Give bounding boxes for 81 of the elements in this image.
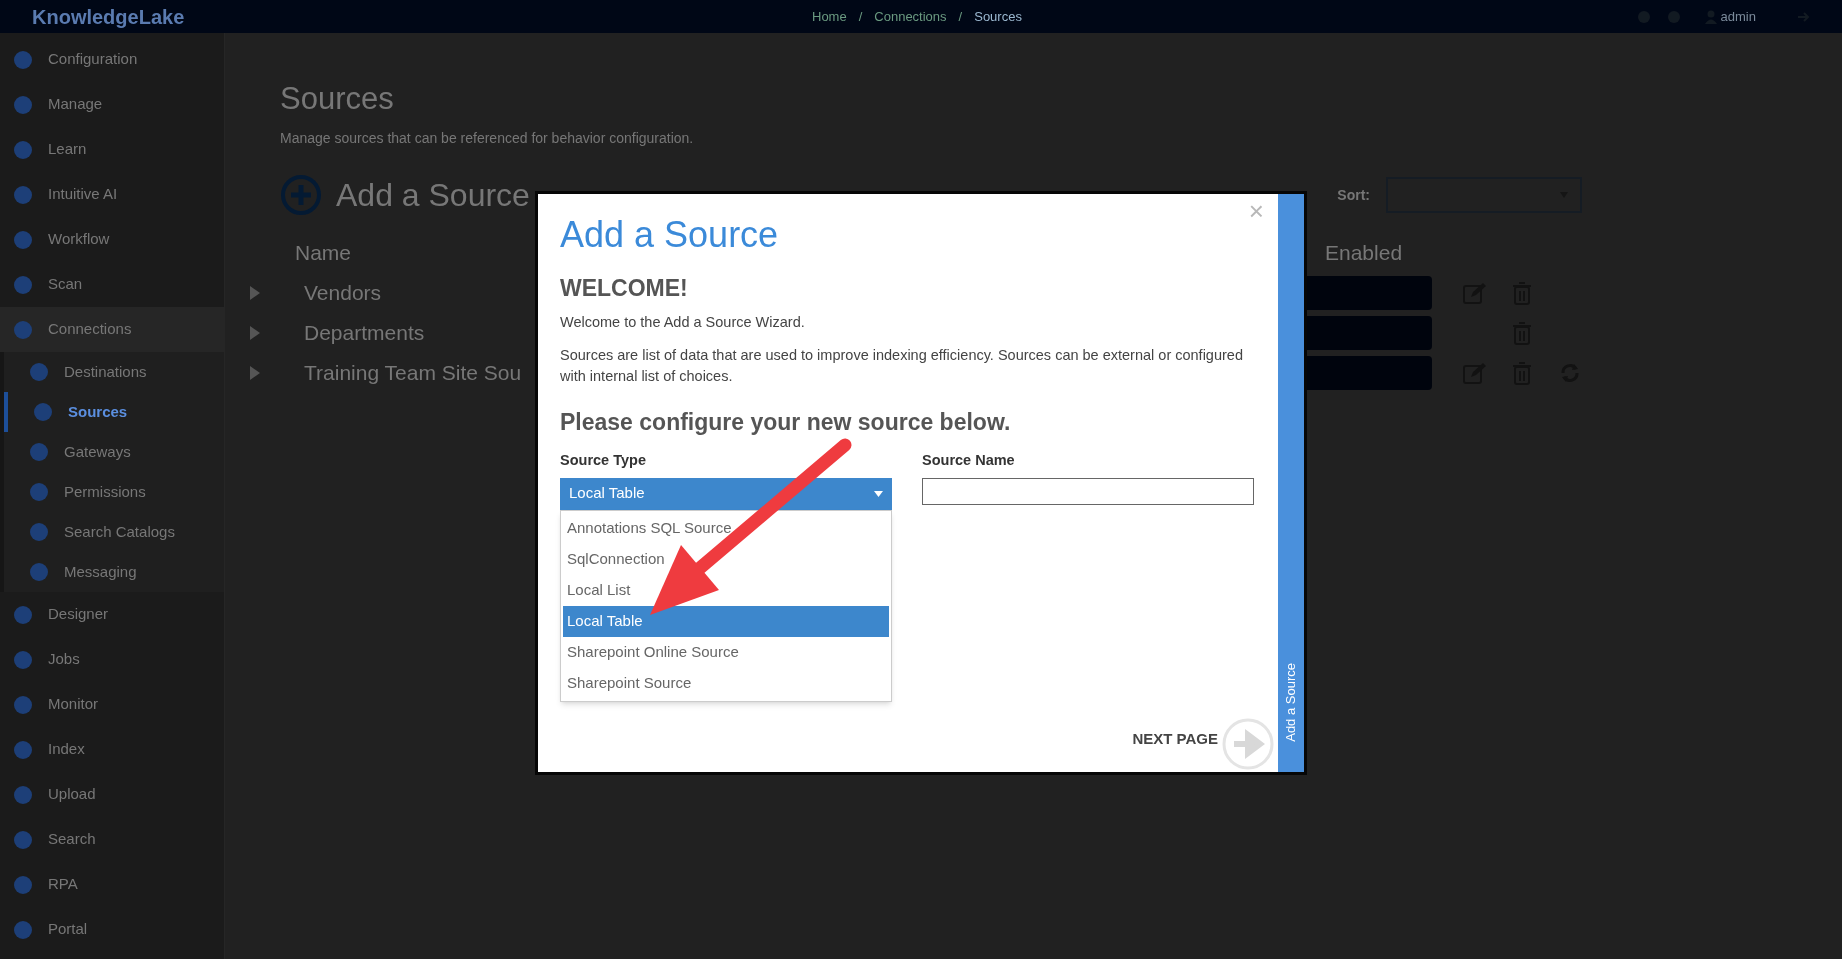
side-tab[interactable]: Add a Source: [1278, 194, 1304, 772]
dropdown-option[interactable]: Local List: [563, 574, 889, 606]
circle-icon: [12, 648, 34, 671]
dropdown-option[interactable]: SqlConnection: [563, 543, 889, 575]
caret-icon: [874, 490, 883, 497]
circle-icon: [12, 138, 34, 161]
sidebar-item[interactable]: Index: [0, 727, 224, 772]
circle-icon: [12, 693, 34, 716]
circle-icon: [32, 401, 54, 423]
sidebar-item[interactable]: Permissions: [4, 472, 224, 512]
circle-icon: [28, 561, 50, 583]
breadcrumb-separator: /: [858, 7, 863, 26]
sidebar-item[interactable]: Intuitive AI: [0, 172, 224, 217]
user-name[interactable]: admin: [1720, 6, 1756, 27]
circle-icon: [12, 828, 34, 851]
dropdown-option[interactable]: Sharepoint Source: [563, 667, 889, 699]
table-cell-text: Departments: [304, 319, 425, 346]
circle-icon: [12, 918, 34, 941]
breadcrumb-link[interactable]: Connections: [874, 6, 947, 27]
sidebar-item[interactable]: Search Catalogs: [4, 512, 224, 552]
page-subtitle: Manage sources that can be referenced for behavior configuration.: [280, 129, 695, 148]
circle-icon: [28, 521, 50, 543]
circle-icon: [12, 48, 34, 71]
sidebar-item[interactable]: Learn: [0, 127, 224, 172]
circle-icon: [28, 481, 50, 503]
circle-icon: [12, 873, 34, 896]
sidebar-item[interactable]: Jobs: [0, 637, 224, 682]
sidebar-item[interactable]: Upload: [0, 772, 224, 817]
welcome-heading: WELCOME!: [560, 274, 689, 303]
source-type-dropdown[interactable]: Local Table: [560, 477, 892, 510]
sidebar-item[interactable]: Designer: [0, 592, 224, 637]
circle-icon: [12, 93, 34, 116]
expand-triangle-icon[interactable]: [250, 325, 260, 340]
sort-label: Sort:: [1337, 185, 1370, 205]
circle-icon: [12, 783, 34, 806]
sidebar-item[interactable]: Manage: [0, 82, 224, 127]
dropdown-option[interactable]: Sharepoint Online Source: [563, 636, 889, 668]
circle-icon: [12, 183, 34, 206]
configure-heading: Please configure your new source below.: [560, 408, 1012, 438]
field-label: Source Type: [560, 450, 647, 470]
breadcrumb-separator: /: [958, 7, 963, 26]
sidebar-item[interactable]: Monitor: [0, 682, 224, 727]
sidebar-item[interactable]: Workflow: [0, 217, 224, 262]
column-header: Enabled: [1325, 240, 1403, 266]
breadcrumb-link[interactable]: Home: [812, 6, 847, 27]
circle-icon: [28, 441, 50, 463]
sidebar-item[interactable]: Gateways: [4, 432, 224, 472]
sidebar-item[interactable]: Portal: [0, 907, 224, 952]
dropdown-option[interactable]: Local Table: [563, 605, 889, 637]
breadcrumb-link[interactable]: Sources: [974, 6, 1022, 27]
sidebar-item[interactable]: Configuration: [0, 37, 224, 82]
sidebar-item[interactable]: Destinations: [4, 352, 224, 392]
table-cell-text: Training Team Site Sou: [304, 359, 522, 386]
sidebar-item[interactable]: Sources: [4, 392, 224, 432]
sidebar-item[interactable]: RPA: [0, 862, 224, 907]
circle-icon: [12, 603, 34, 626]
source-name-field[interactable]: [922, 477, 1254, 505]
circle-icon: [12, 738, 34, 761]
add-source-button[interactable]: Add a Source: [280, 171, 530, 219]
close-button[interactable]: ×: [1248, 198, 1264, 224]
sidebar-item[interactable]: Search: [0, 817, 224, 862]
brand-logo: KnowledgeLake: [32, 4, 186, 30]
modal-title: Add a Source: [560, 213, 780, 257]
field-label: Source Name: [922, 450, 1016, 470]
description-text: Sources are list of data that are used to improve indexing efficiency. Sources can be external or configured with internal list of choices.: [560, 346, 1244, 387]
intro-text: Welcome to the Add a Source Wizard.: [560, 312, 806, 332]
circle-icon: [12, 318, 34, 341]
expand-triangle-icon[interactable]: [250, 285, 260, 300]
circle-icon: [12, 228, 34, 251]
sidebar-item[interactable]: Scan: [0, 262, 224, 307]
sidebar-item[interactable]: Connections: [0, 307, 224, 352]
expand-triangle-icon[interactable]: [250, 365, 260, 380]
circle-icon: [12, 273, 34, 296]
page-title: Sources: [280, 83, 395, 114]
dropdown-option[interactable]: Annotations SQL Source: [563, 512, 889, 544]
sidebar-item[interactable]: Messaging: [4, 552, 224, 592]
next-page-button[interactable]: NEXT PAGE: [1132, 727, 1218, 751]
table-cell-text: Vendors: [304, 279, 382, 306]
plus-circle-icon: [280, 174, 322, 216]
arrow-circle-icon[interactable]: [1222, 718, 1274, 770]
circle-icon: [28, 361, 50, 383]
